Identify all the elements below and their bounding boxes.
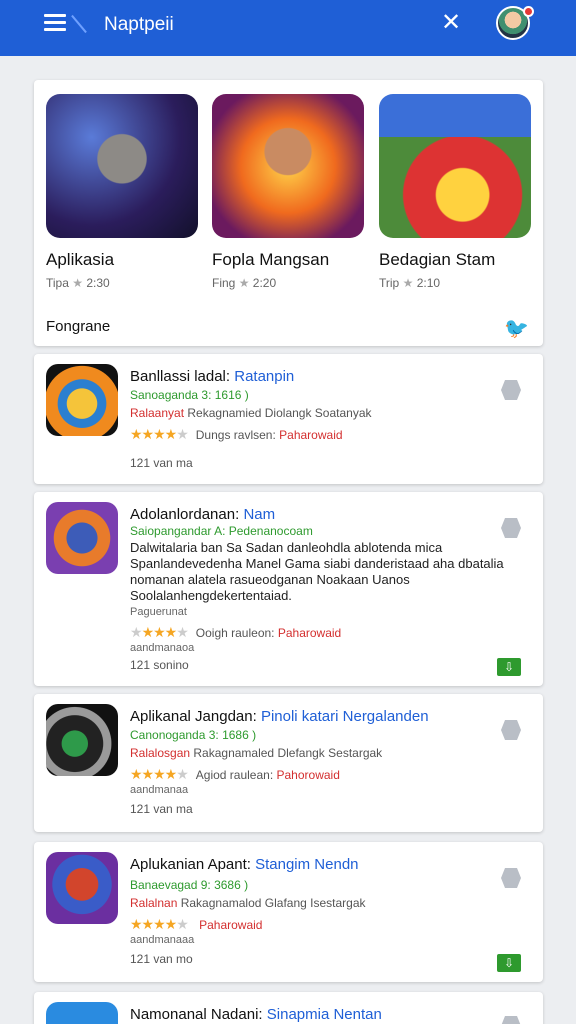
bookmark-icon[interactable] (501, 868, 521, 888)
app-icon[interactable] (46, 364, 118, 436)
app-description: Dalwitalaria ban Sa Sadan danleohdla abl… (130, 540, 504, 603)
featured-item[interactable]: Fopla Mangsan Fing ★ 2:20 (212, 94, 364, 290)
featured-card: Aplikasia Tipa ★ 2:30 Fopla Mangsan Fing… (34, 80, 543, 346)
rating-row: ★★★★★ Paharowaid (130, 916, 263, 932)
rating-row: ★★★★★ Ooigh rauleon: Paharowaid (130, 624, 342, 640)
app-name[interactable]: Namonanal Nadani: Sinapmia Nentan (130, 1006, 382, 1023)
app-note: aandmanaaa (130, 934, 195, 946)
top-app-bar: Naptpeii ✕ (0, 0, 576, 56)
featured-thumbnail[interactable] (46, 94, 198, 238)
app-name[interactable]: Banllassi ladal: Ratanpin (130, 368, 294, 385)
star-icon: ★ (402, 276, 414, 290)
install-count: 121 sonino (130, 658, 189, 672)
close-icon[interactable]: ✕ (438, 10, 464, 36)
app-name[interactable]: Aplikanal Jangdan: Pinoli katari Nergala… (130, 708, 429, 725)
featured-title: Bedagian Stam (379, 250, 496, 269)
download-icon[interactable]: ⇩ (497, 658, 521, 676)
app-icon[interactable] (46, 704, 118, 776)
app-title: Naptpeii (104, 14, 174, 35)
download-icon[interactable]: ⇩ (497, 954, 521, 972)
app-card[interactable]: Adolanlordanan: Nam Saiopangandar A: Ped… (34, 492, 543, 686)
featured-thumbnail[interactable] (379, 94, 531, 238)
install-count: 121 van mo (130, 952, 193, 966)
app-subtitle: Saiopangandar A: Pedenanocoam (130, 524, 313, 538)
app-tags: Ralalnan Rakagnamalod Glafang Isestargak (130, 896, 366, 910)
app-note: aandmanaa (130, 784, 189, 796)
app-subtitle: Banaevagad 9: 3686 ) (130, 878, 249, 892)
app-card[interactable]: Aplikanal Jangdan: Pinoli katari Nergala… (34, 694, 543, 832)
app-icon[interactable] (46, 502, 118, 574)
rating-row: ★★★★★ Dungs ravlsen: Paharowaid (130, 426, 343, 442)
app-card[interactable]: Namonanal Nadani: Sinapmia Nentan (34, 992, 543, 1024)
bookmark-icon[interactable] (501, 518, 521, 538)
notification-badge (523, 6, 534, 17)
featured-item[interactable]: Bedagian Stam Trip ★ 2:10 (379, 94, 531, 290)
featured-item[interactable]: Aplikasia Tipa ★ 2:30 (46, 94, 198, 290)
bookmark-icon[interactable] (501, 1016, 521, 1024)
featured-title: Aplikasia (46, 250, 115, 269)
star-rating: ★★★★★ (130, 426, 189, 442)
featured-meta: Tipa ★ 2:30 (46, 276, 110, 290)
app-icon[interactable] (46, 852, 118, 924)
star-rating: ★★★★★ (130, 916, 189, 932)
bookmark-icon[interactable] (501, 720, 521, 740)
bird-icon[interactable]: 🐦 (504, 316, 529, 341)
app-note: Paguerunat (130, 606, 187, 618)
star-rating: ★★★★★ (130, 624, 189, 640)
install-count: 121 van ma (130, 456, 193, 470)
bookmark-icon[interactable] (501, 380, 521, 400)
star-icon: ★ (238, 276, 250, 290)
app-tags: Ralalosgan Rakagnamaled Dlefangk Sestarg… (130, 746, 383, 760)
app-icon[interactable] (46, 1002, 118, 1024)
menu-icon[interactable] (44, 14, 66, 32)
star-rating: ★★★★★ (130, 766, 189, 782)
app-subtitle: Canonoganda 3: 1686 ) (130, 728, 257, 742)
rating-row: ★★★★★ Agiod raulean: Pahorowaid (130, 766, 340, 782)
app-tags: Ralaanyat Rekagnamied Diolangk Soatanyak (130, 406, 372, 420)
install-count: 121 van ma (130, 802, 193, 816)
app-name[interactable]: Aplukanian Apant: Stangim Nendn (130, 856, 359, 873)
featured-meta: Trip ★ 2:10 (379, 276, 441, 290)
section-label: Fongrane (46, 318, 111, 335)
divider (71, 14, 87, 34)
app-name[interactable]: Adolanlordanan: Nam (130, 506, 275, 523)
app-note: aandmanaoa (130, 642, 195, 654)
star-icon: ★ (72, 276, 84, 290)
featured-title: Fopla Mangsan (212, 250, 330, 269)
featured-meta: Fing ★ 2:20 (212, 276, 277, 290)
featured-thumbnail[interactable] (212, 94, 364, 238)
app-card[interactable]: Banllassi ladal: Ratanpin Sanoaganda 3: … (34, 354, 543, 484)
app-card[interactable]: Aplukanian Apant: Stangim Nendn Banaevag… (34, 842, 543, 982)
app-subtitle: Sanoaganda 3: 1616 ) (130, 388, 249, 402)
